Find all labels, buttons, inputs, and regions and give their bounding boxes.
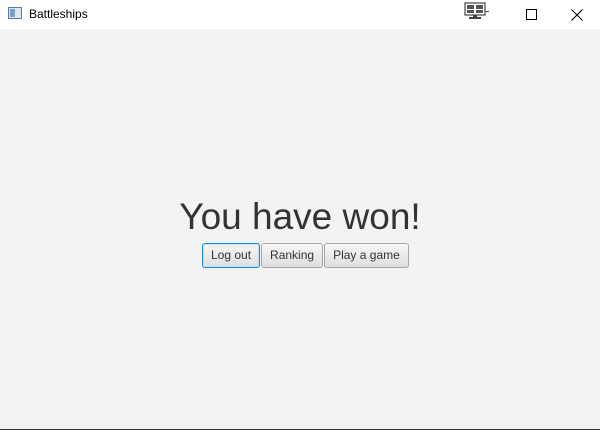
win-message: You have won!	[179, 196, 421, 237]
monitor-icon[interactable]	[464, 2, 490, 20]
play-game-button[interactable]: Play a game	[324, 243, 409, 268]
action-buttons: Log out Ranking Play a game	[202, 243, 410, 268]
title-bar[interactable]: Battleships	[0, 0, 600, 29]
maximize-button[interactable]	[508, 0, 554, 29]
logout-button[interactable]: Log out	[202, 243, 261, 268]
app-icon	[8, 7, 22, 19]
ranking-button[interactable]: Ranking	[261, 243, 324, 268]
close-icon	[571, 8, 583, 21]
window-title: Battleships	[29, 7, 88, 21]
close-button[interactable]	[554, 0, 600, 29]
maximize-icon	[525, 9, 537, 20]
